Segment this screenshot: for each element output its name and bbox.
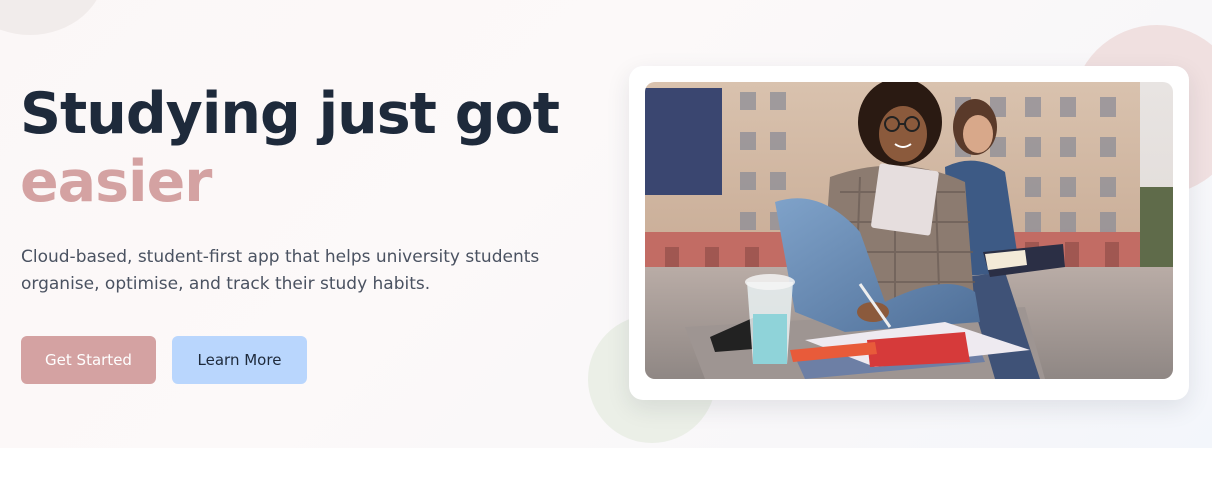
students-studying-photo (645, 82, 1173, 379)
headline-accent-text: easier (20, 149, 212, 215)
hero-headline: Studying just got easier (20, 80, 560, 216)
headline-main-text: Studying just got (20, 81, 560, 147)
hero-subtitle: Cloud-based, student-first app that help… (21, 247, 540, 294)
learn-more-button[interactable]: Learn More (172, 336, 307, 384)
hero-image-card (629, 66, 1189, 400)
decorative-circle (0, 0, 105, 35)
hero-section: Studying just got easier Cloud-based, st… (0, 0, 1212, 448)
get-started-button[interactable]: Get Started (21, 336, 156, 384)
